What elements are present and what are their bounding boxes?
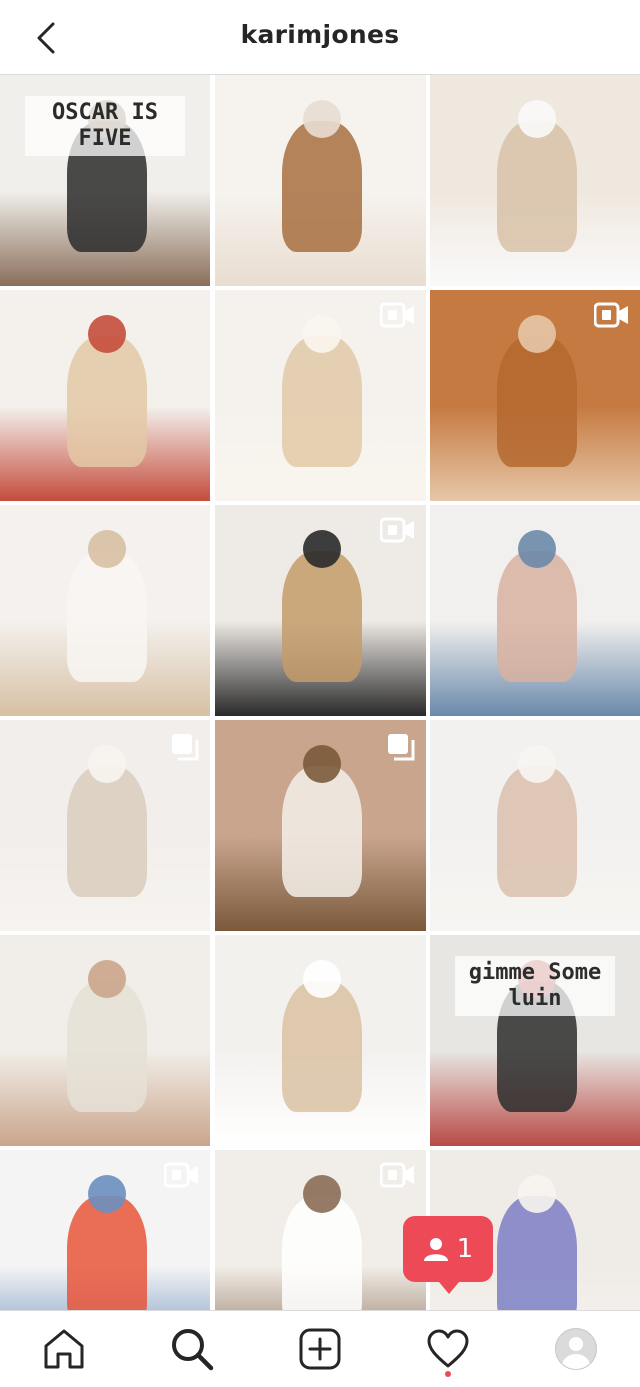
post-thumbnail[interactable] <box>0 720 210 931</box>
nav-home[interactable] <box>0 1311 128 1387</box>
post-image <box>430 505 640 716</box>
avatar-icon <box>555 1328 597 1370</box>
video-icon <box>593 302 630 328</box>
nav-profile[interactable] <box>512 1311 640 1387</box>
post-thumbnail[interactable] <box>430 75 640 286</box>
post-thumbnail[interactable] <box>0 290 210 501</box>
nav-new-post[interactable] <box>256 1311 384 1387</box>
post-image <box>0 290 210 501</box>
post-thumbnail[interactable] <box>0 935 210 1146</box>
nav-search[interactable] <box>128 1311 256 1387</box>
activity-indicator-dot <box>445 1371 451 1377</box>
post-thumbnail[interactable] <box>214 720 426 931</box>
carousel-icon <box>170 732 200 762</box>
add-square-icon <box>299 1328 341 1370</box>
home-icon <box>44 1329 84 1369</box>
post-image <box>430 75 640 286</box>
post-thumbnail[interactable] <box>430 720 640 931</box>
post-thumbnail[interactable] <box>0 505 210 716</box>
post-image-lettering: gimme Some luin <box>455 956 615 1017</box>
post-image: gimme Some luin <box>430 935 640 1146</box>
post-image-lettering: OSCAR IS FIVE <box>25 96 185 157</box>
video-icon <box>163 1162 200 1188</box>
bottom-navigation <box>0 1310 640 1387</box>
video-icon <box>379 302 416 328</box>
post-image <box>0 935 210 1146</box>
post-image <box>214 935 426 1146</box>
video-icon <box>379 1162 416 1188</box>
profile-header: karimjones <box>0 0 640 75</box>
post-image <box>430 720 640 931</box>
post-thumbnail[interactable] <box>214 290 426 501</box>
post-image <box>214 75 426 286</box>
heart-icon <box>427 1329 469 1368</box>
search-icon <box>172 1329 214 1371</box>
post-thumbnail[interactable]: OSCAR IS FIVE <box>0 75 210 286</box>
activity-notification-bubble[interactable]: 1 <box>403 1216 493 1294</box>
post-thumbnail[interactable] <box>214 505 426 716</box>
nav-activity[interactable] <box>384 1311 512 1387</box>
person-icon <box>423 1238 448 1261</box>
notification-count: 1 <box>456 1234 474 1264</box>
post-thumbnail[interactable] <box>430 290 640 501</box>
carousel-icon <box>386 732 416 762</box>
post-image: OSCAR IS FIVE <box>0 75 210 286</box>
post-thumbnail[interactable] <box>430 505 640 716</box>
posts-grid: OSCAR IS FIVE gimme Some luin <box>0 75 640 1387</box>
video-icon <box>379 517 416 543</box>
post-thumbnail[interactable] <box>214 935 426 1146</box>
post-thumbnail[interactable] <box>214 75 426 286</box>
post-thumbnail[interactable]: gimme Some luin <box>430 935 640 1146</box>
post-image <box>0 505 210 716</box>
profile-username: karimjones <box>240 20 400 49</box>
